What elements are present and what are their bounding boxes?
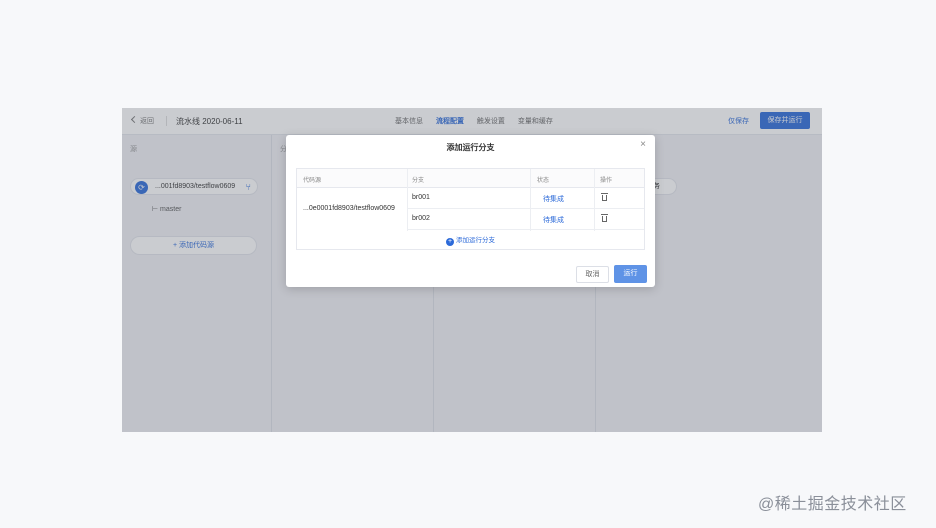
column-header-status: 状态	[537, 178, 550, 184]
dialog-title: 添加运行分支	[446, 143, 495, 152]
table-header: 代码源 分支 状态 操作	[297, 169, 644, 188]
status-badge: 待集成	[543, 217, 564, 224]
close-icon[interactable]: ×	[640, 140, 646, 150]
repo-name: ...0e0001fd8903/testflow0609	[303, 205, 395, 212]
table-row: br002 待集成	[407, 209, 644, 230]
run-button[interactable]: 运行	[614, 265, 647, 283]
add-run-branch-button[interactable]: + 添加运行分支	[297, 231, 644, 250]
watermark: @稀土掘金技术社区	[758, 496, 907, 513]
plus-icon: +	[446, 238, 454, 246]
branch-table: 代码源 分支 状态 操作 ...0e0001fd8903/testflow060…	[296, 168, 645, 250]
add-run-branch-dialog: 添加运行分支 × 代码源 分支 状态 操作 ...0e0001fd8903/te…	[286, 135, 655, 287]
branch-name: br002	[412, 215, 430, 222]
trash-icon[interactable]	[601, 213, 608, 222]
add-run-branch-label: 添加运行分支	[456, 237, 495, 244]
trash-icon[interactable]	[601, 192, 608, 201]
branch-name: br001	[412, 194, 430, 201]
column-header-actions: 操作	[600, 178, 613, 184]
column-header-source: 代码源	[303, 178, 322, 184]
table-row: br001 待集成	[407, 188, 644, 209]
cancel-button[interactable]: 取消	[576, 266, 609, 283]
status-badge: 待集成	[543, 196, 564, 203]
column-header-branch: 分支	[412, 178, 425, 184]
